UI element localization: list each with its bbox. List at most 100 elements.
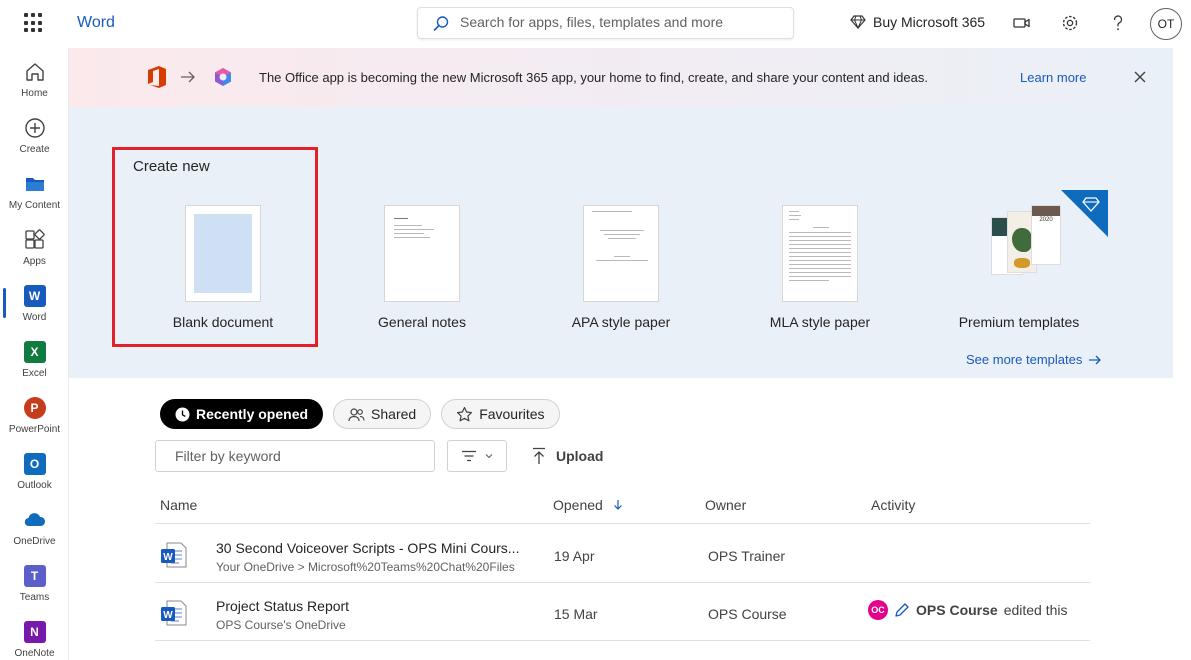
file-activity: OC OPS Course edited this — [868, 600, 1068, 620]
office-logo-icon — [148, 66, 166, 88]
column-opened[interactable]: Opened — [553, 497, 623, 513]
template-name: General notes — [378, 314, 466, 330]
template-thumbnail — [185, 205, 261, 302]
template-thumbnail — [384, 205, 460, 302]
rail-label: Create — [19, 144, 50, 155]
microsoft-365-logo-icon — [215, 68, 231, 86]
column-owner[interactable]: Owner — [705, 497, 746, 513]
pencil-icon — [895, 603, 909, 617]
filter-lines-icon — [462, 450, 476, 462]
rail-label: Outlook — [17, 480, 52, 491]
rail-label: Home — [21, 88, 48, 99]
premium-diamond-icon — [1061, 190, 1108, 237]
avatar[interactable]: OT — [1150, 8, 1182, 40]
video-icon[interactable] — [1012, 13, 1032, 33]
outlook-icon: O — [23, 453, 46, 475]
filter-input[interactable] — [175, 448, 425, 464]
file-tabs: Recently opened Shared Favourites — [160, 399, 560, 429]
powerpoint-icon: P — [23, 397, 46, 419]
rail-label: Word — [22, 312, 47, 323]
column-activity: Activity — [871, 497, 916, 513]
home-icon — [25, 63, 44, 81]
rail-item-onedrive[interactable]: OneDrive — [0, 500, 69, 556]
column-name[interactable]: Name — [160, 497, 197, 513]
rail-item-home[interactable]: Home — [0, 52, 69, 108]
word-icon: W — [23, 285, 46, 307]
table-row[interactable]: W Project Status Report OPS Course's One… — [155, 583, 1090, 641]
people-icon — [348, 407, 365, 421]
file-opened: 19 Apr — [554, 548, 595, 564]
search-input[interactable] — [460, 14, 780, 30]
rail-label: OneDrive — [13, 536, 56, 547]
template-name: APA style paper — [571, 314, 671, 330]
plus-circle-icon — [24, 118, 45, 138]
learn-more-link[interactable]: Learn more — [1020, 70, 1086, 85]
activity-text: edited this — [1003, 602, 1068, 618]
tab-label: Recently opened — [196, 406, 309, 422]
column-opened-label: Opened — [553, 497, 603, 513]
tab-shared[interactable]: Shared — [333, 399, 432, 429]
rail-item-powerpoint[interactable]: P PowerPoint — [0, 388, 69, 444]
clock-icon — [175, 407, 190, 421]
teams-icon: T — [23, 565, 46, 587]
see-more-label: See more templates — [966, 352, 1083, 367]
rail-label: Apps — [23, 256, 46, 267]
tab-recently-opened[interactable]: Recently opened — [160, 399, 324, 429]
file-owner: OPS Trainer — [708, 548, 786, 564]
template-thumbnail — [782, 205, 858, 302]
file-opened: 15 Mar — [554, 606, 598, 622]
template-general-notes[interactable]: General notes — [342, 205, 502, 330]
rail-item-my-content[interactable]: My Content — [0, 164, 69, 220]
table-row[interactable]: W 30 Second Voiceover Scripts - OPS Mini… — [155, 525, 1090, 583]
file-path: OPS Course's OneDrive — [216, 618, 346, 632]
close-icon[interactable] — [1133, 70, 1147, 84]
app-title[interactable]: Word — [77, 14, 115, 32]
onedrive-icon — [24, 513, 45, 527]
buy-microsoft-365-button[interactable]: Buy Microsoft 365 — [850, 14, 985, 30]
rail-label: My Content — [8, 200, 61, 211]
app-launcher-icon[interactable] — [24, 13, 44, 33]
upload-icon — [533, 447, 545, 464]
help-icon[interactable] — [1108, 13, 1128, 33]
rail-item-word[interactable]: W Word — [0, 276, 69, 332]
onenote-icon: N — [23, 621, 46, 643]
rail-item-excel[interactable]: X Excel — [0, 332, 69, 388]
sort-filter-button[interactable] — [447, 440, 507, 472]
file-name[interactable]: 30 Second Voiceover Scripts - OPS Mini C… — [216, 540, 519, 556]
search-box[interactable] — [417, 7, 794, 39]
sort-down-arrow-icon — [613, 500, 622, 510]
activity-user: OPS Course — [916, 602, 998, 618]
rail-item-create[interactable]: Create — [0, 108, 69, 164]
word-doc-icon: W — [161, 600, 187, 626]
template-mla-style-paper[interactable]: MLA style paper — [740, 205, 900, 330]
file-name[interactable]: Project Status Report — [216, 598, 349, 614]
top-bar: Word Buy Microsoft 365 OT — [0, 0, 1191, 48]
arrow-right-icon — [1089, 355, 1102, 364]
rail-item-onenote[interactable]: N OneNote — [0, 612, 69, 660]
template-blank-document[interactable]: Blank document — [143, 205, 303, 330]
see-more-templates-link[interactable]: See more templates — [966, 352, 1102, 367]
announcement-banner: The Office app is becoming the new Micro… — [69, 48, 1173, 107]
create-new-section: Create new Blank document General notes … — [69, 107, 1173, 378]
buy-label: Buy Microsoft 365 — [873, 14, 986, 30]
rail-item-apps[interactable]: Apps — [0, 220, 69, 276]
arrow-right-icon — [181, 71, 195, 83]
svg-text:W: W — [163, 552, 173, 563]
chevron-down-icon — [485, 454, 493, 459]
upload-button[interactable]: Upload — [531, 447, 603, 465]
rail-item-teams[interactable]: T Teams — [0, 556, 69, 612]
filter-box[interactable] — [155, 440, 435, 472]
premium-templates-thumbnail: 2020 — [979, 205, 1061, 302]
template-thumbnail — [583, 205, 659, 302]
tab-favourites[interactable]: Favourites — [441, 399, 560, 429]
activity-avatar: OC — [868, 600, 888, 620]
rail-item-outlook[interactable]: O Outlook — [0, 444, 69, 500]
upload-label: Upload — [556, 448, 604, 464]
template-apa-style-paper[interactable]: APA style paper — [541, 205, 701, 330]
search-icon — [433, 16, 449, 31]
excel-icon: X — [23, 341, 46, 363]
tab-label: Favourites — [479, 406, 545, 422]
gear-icon[interactable] — [1060, 13, 1080, 33]
svg-text:W: W — [163, 610, 173, 621]
template-name: MLA style paper — [769, 314, 871, 330]
